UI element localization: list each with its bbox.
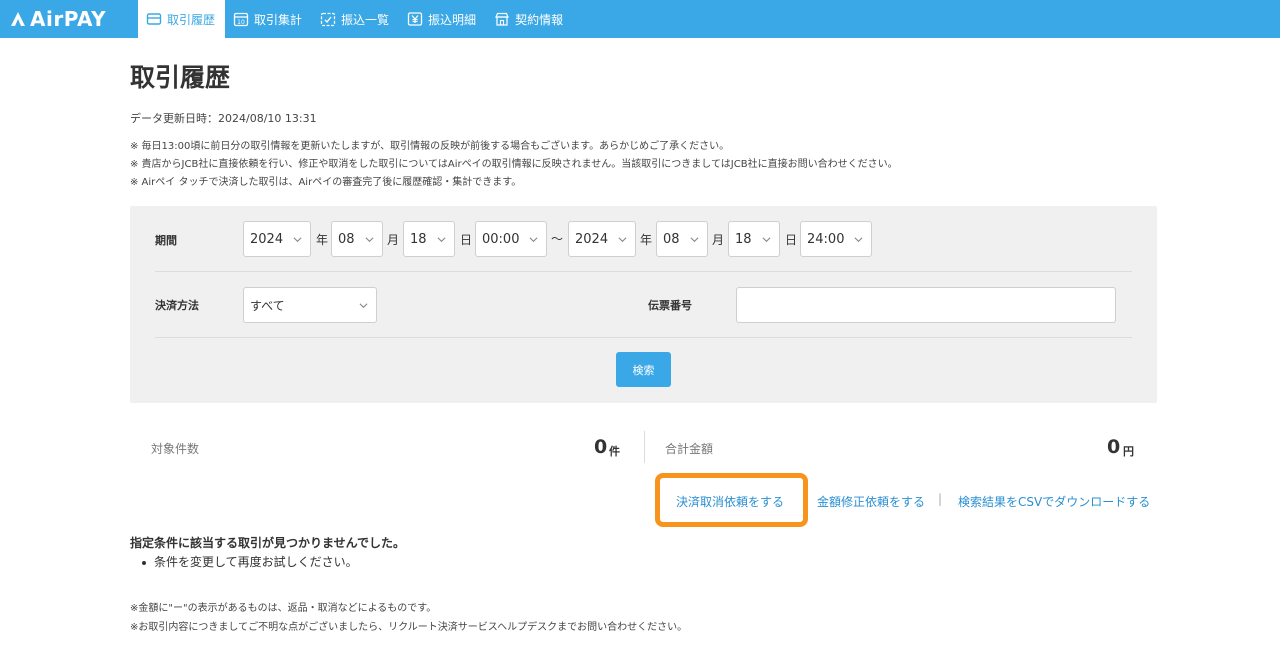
footer-note: ※お取引内容につきましてご不明な点がございましたら、リクルート決済サービスヘルプ…: [130, 622, 688, 633]
nav-label: 振込一覧: [341, 12, 390, 27]
unit-month: 月: [712, 233, 725, 247]
chevron-down-icon: [762, 237, 771, 243]
payment-method-select[interactable]: すべて: [243, 287, 377, 323]
to-year-select[interactable]: 2024: [568, 221, 636, 257]
airpay-logo-icon: [11, 12, 25, 26]
count-label: 対象件数: [151, 442, 200, 456]
to-day-value: 18: [735, 231, 752, 247]
unit-day: 日: [785, 233, 798, 247]
unit-month: 月: [387, 233, 400, 247]
top-navigation-bar: AirPAY 取引履歴 10 取引集計 振込一覧 振込明細 契約情報: [0, 0, 1280, 38]
period-label: 期間: [155, 234, 177, 247]
calendar-icon: 10: [233, 12, 249, 27]
range-separator: 〜: [551, 232, 564, 246]
nav-transaction-history[interactable]: 取引履歴: [138, 0, 226, 38]
from-year-select[interactable]: 2024: [243, 221, 311, 257]
page-title: 取引履歴: [130, 63, 231, 92]
chevron-down-icon: [854, 237, 863, 243]
shop-icon: [495, 12, 509, 26]
nav-label: 取引履歴: [167, 12, 216, 27]
from-month-select[interactable]: 08: [331, 221, 383, 257]
nav-label: 契約情報: [515, 12, 564, 27]
from-time-select[interactable]: 00:00: [475, 221, 547, 257]
chevron-down-icon: [293, 237, 302, 243]
nav-label: 取引集計: [254, 12, 303, 27]
to-time-select[interactable]: 24:00: [800, 221, 872, 257]
from-day-value: 18: [410, 231, 427, 247]
from-month-value: 08: [338, 231, 355, 247]
card-icon: [146, 13, 162, 25]
unit-year: 年: [316, 233, 329, 247]
unit-year: 年: [640, 233, 653, 247]
notice-item: ※ 毎日13:00頃に前日分の取引情報を更新いたしますが、取引情報の反映が前後す…: [130, 141, 730, 152]
count-value: 0: [594, 436, 608, 458]
panel-divider: [155, 271, 1132, 272]
chevron-down-icon: [359, 303, 368, 309]
from-year-value: 2024: [250, 231, 284, 247]
no-results-message: 指定条件に該当する取引が見つかりませんでした。: [130, 536, 406, 550]
svg-text:10: 10: [237, 19, 245, 26]
nav-transfer-list[interactable]: 振込一覧: [312, 0, 399, 38]
notice-item: ※ 貴店からJCB社に直接依頼を行い、修正や取消をした取引についてはAirペイの…: [130, 159, 898, 170]
total-value: 0: [1107, 436, 1121, 458]
data-updated-time: データ更新日時：2024/08/10 13:31: [130, 112, 317, 125]
to-month-select[interactable]: 08: [656, 221, 708, 257]
total-label: 合計金額: [665, 442, 714, 456]
payment-method-label: 決済方法: [155, 299, 199, 312]
airpay-logo[interactable]: AirPAY: [10, 7, 106, 31]
to-time-value: 24:00: [807, 231, 845, 247]
unit-day: 日: [460, 233, 473, 247]
chevron-down-icon: [690, 237, 699, 243]
footer-note: ※金額に"ー"の表示があるものは、返品・取消などによるものです。: [130, 603, 437, 614]
nav-transaction-summary[interactable]: 10 取引集計: [225, 0, 312, 38]
search-button[interactable]: 検索: [616, 352, 671, 387]
bullet: [142, 560, 146, 565]
from-day-select[interactable]: 18: [403, 221, 455, 257]
from-time-value: 00:00: [482, 231, 520, 247]
to-month-value: 08: [663, 231, 680, 247]
nav-transfer-details[interactable]: 振込明細: [399, 0, 486, 38]
no-results-hint: 条件を変更して再度お試しください。: [142, 553, 358, 570]
chevron-down-icon: [437, 237, 446, 243]
to-year-value: 2024: [575, 231, 609, 247]
to-day-select[interactable]: 18: [728, 221, 780, 257]
nav-contract-info[interactable]: 契約情報: [486, 0, 573, 38]
chevron-down-icon: [618, 237, 627, 243]
link-separator: |: [938, 492, 943, 506]
amend-request-link[interactable]: 金額修正依頼をする: [817, 493, 925, 510]
total-unit: 円: [1123, 445, 1134, 458]
chevron-down-icon: [365, 237, 374, 243]
hint-text: 条件を変更して再度お試しください。: [154, 555, 358, 569]
notice-item: ※ Airペイ タッチで決済した取引は、Airペイの審査完了後に履歴確認・集計で…: [130, 177, 522, 188]
nav-label: 振込明細: [428, 12, 477, 27]
notice-list: ※ 毎日13:00頃に前日分の取引情報を更新いたしますが、取引情報の反映が前後す…: [130, 138, 898, 192]
logo-text: AirPAY: [30, 7, 107, 31]
yen-icon: [407, 12, 423, 26]
panel-divider: [155, 337, 1132, 338]
main-nav: 取引履歴 10 取引集計 振込一覧 振込明細 契約情報: [138, 0, 573, 38]
payment-method-value: すべて: [250, 298, 285, 313]
checklist-calendar-icon: [320, 12, 336, 27]
count-unit: 件: [609, 445, 620, 458]
summary-divider: [644, 431, 645, 463]
search-panel: 期間 2024 年 08 月 18 日 00:00 〜 2024 年 08 月 …: [130, 206, 1157, 403]
csv-download-link[interactable]: 検索結果をCSVでダウンロードする: [958, 493, 1150, 510]
slip-number-label: 伝票番号: [648, 299, 692, 312]
cancel-request-link[interactable]: 決済取消依頼をする: [676, 493, 784, 510]
chevron-down-icon: [529, 237, 538, 243]
slip-number-input[interactable]: [736, 287, 1116, 323]
